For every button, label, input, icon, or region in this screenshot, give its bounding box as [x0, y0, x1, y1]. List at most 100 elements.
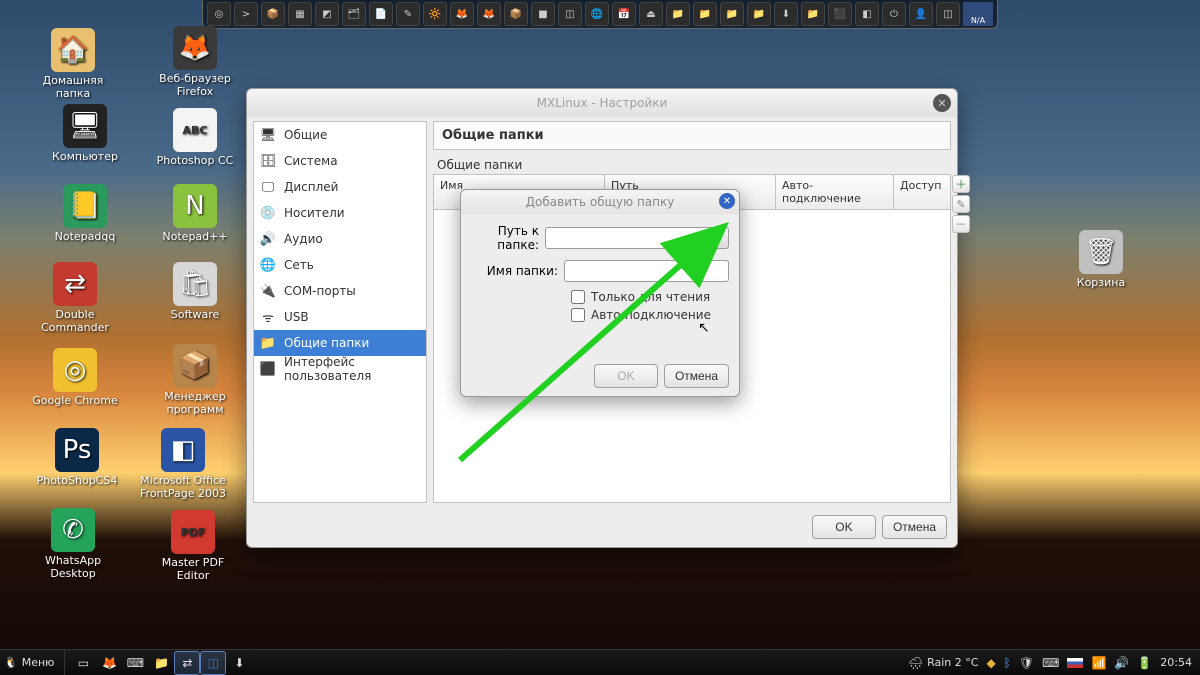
desktop-icon-label: Notepad++	[162, 230, 227, 243]
edit-folder-button[interactable]: ✎	[952, 195, 970, 213]
sidebar-item-label: Аудио	[284, 232, 323, 246]
settings-titlebar[interactable]: MXLinux - Настройки ✕	[247, 89, 957, 117]
dock-launcher-4[interactable]: ◩	[315, 2, 339, 26]
dock-launcher-19[interactable]: 📁	[720, 2, 744, 26]
terminal-task-icon[interactable]: ⌨	[123, 652, 147, 674]
dock-launcher-22[interactable]: 📁	[801, 2, 825, 26]
app-icon: 🛍	[173, 262, 217, 306]
dialog-ok-button[interactable]: OK	[594, 364, 658, 388]
show-desktop-button[interactable]: ▭	[71, 652, 95, 674]
desktop-icon-whatsapp-desktop[interactable]: ✆WhatsApp Desktop	[28, 508, 118, 580]
dock-launcher-10[interactable]: 🦊	[477, 2, 501, 26]
weather-widget[interactable]: 🌧 Rain 2 °C	[908, 656, 979, 670]
sidebar-item-6[interactable]: 🔌COM-порты	[254, 278, 426, 304]
automount-checkbox[interactable]	[571, 308, 585, 322]
desktop-icon-notepad-[interactable]: NNotepad++	[150, 184, 240, 243]
files-task-icon[interactable]: 📁	[149, 652, 173, 674]
dock-launcher-27[interactable]: ◫	[936, 2, 960, 26]
col-automount[interactable]: Авто-подключение	[776, 175, 894, 209]
double-commander-task-icon[interactable]: ⇄	[175, 652, 199, 674]
close-icon[interactable]: ✕	[933, 94, 951, 112]
start-menu-label: Меню	[22, 656, 55, 669]
dock-launcher-14[interactable]: 🌐	[585, 2, 609, 26]
sidebar-item-label: Общие папки	[284, 336, 369, 350]
desktop-icon-notepadqq[interactable]: 📒Notepadqq	[40, 184, 130, 243]
desktop-icon-photoshopcs4[interactable]: PsPhotoShopCS4	[32, 428, 122, 487]
network-indicator[interactable]: N/A	[963, 2, 993, 26]
desktop-icon-веб-браузер-firefox[interactable]: 🦊Веб-браузер Firefox	[150, 26, 240, 98]
sidebar-item-8[interactable]: 📁Общие папки	[254, 330, 426, 356]
indicator-icon[interactable]: ◆	[986, 656, 995, 670]
close-icon[interactable]: ✕	[719, 193, 735, 209]
desktop-icon-менеджер-программ[interactable]: 📦Менеджер программ	[150, 344, 240, 416]
transmission-task-icon[interactable]: ⬇	[227, 652, 251, 674]
dock-launcher-3[interactable]: ▦	[288, 2, 312, 26]
dock-launcher-6[interactable]: 📄	[369, 2, 393, 26]
sidebar-item-7[interactable]: ᯤUSB	[254, 304, 426, 330]
cancel-button[interactable]: Отмена	[882, 515, 947, 539]
dock-launcher-25[interactable]: ⏻	[882, 2, 906, 26]
dock-launcher-17[interactable]: 📁	[666, 2, 690, 26]
battery-icon[interactable]: 🔋	[1137, 656, 1152, 670]
dock-launcher-8[interactable]: 🔆	[423, 2, 447, 26]
dock-launcher-20[interactable]: 📁	[747, 2, 771, 26]
wifi-icon[interactable]: 📶	[1091, 656, 1106, 670]
virtualbox-task-icon[interactable]: ◫	[201, 652, 225, 674]
folder-name-input[interactable]	[564, 260, 729, 282]
folder-path-input[interactable]	[545, 227, 709, 249]
dock-launcher-0[interactable]: ◎	[207, 2, 231, 26]
readonly-checkbox[interactable]	[571, 290, 585, 304]
dock-launcher-2[interactable]: 📦	[261, 2, 285, 26]
sidebar-item-2[interactable]: 🖵Дисплей	[254, 174, 426, 200]
remove-folder-button[interactable]: －	[952, 215, 970, 233]
desktop-icon-google-chrome[interactable]: ◎Google Chrome	[30, 348, 120, 407]
sidebar-item-label: Интерфейс пользователя	[284, 355, 420, 383]
volume-icon[interactable]: 🔊	[1114, 656, 1129, 670]
desktop-icon-microsoft-office-frontpage-2003[interactable]: ◧Microsoft Office FrontPage 2003	[138, 428, 228, 500]
app-icon: ABC	[173, 108, 217, 152]
dock-launcher-16[interactable]: ⏏	[639, 2, 663, 26]
col-access[interactable]: Доступ	[894, 175, 950, 209]
dock-launcher-23[interactable]: ⬛	[828, 2, 852, 26]
dock-launcher-7[interactable]: ✎	[396, 2, 420, 26]
desktop-icon-домашняя-папка[interactable]: 🏠Домашняя папка	[28, 28, 118, 100]
desktop-icon-double-commander[interactable]: ⇄Double Commander	[30, 262, 120, 334]
desktop-icon-software[interactable]: 🛍Software	[150, 262, 240, 321]
desktop-icon-компьютер[interactable]: 🖥Компьютер	[40, 104, 130, 163]
dock-launcher-18[interactable]: 📁	[693, 2, 717, 26]
desktop-icon-photoshop-cc[interactable]: ABCPhotoshop CC	[150, 108, 240, 167]
keyboard-icon[interactable]: ⌨	[1042, 656, 1059, 670]
desktop-icon-корзина[interactable]: 🗑Корзина	[1056, 230, 1146, 289]
shield-icon[interactable]: 🛡	[1019, 656, 1034, 670]
dock-launcher-24[interactable]: ◧	[855, 2, 879, 26]
chevron-down-icon[interactable]: ▼	[709, 227, 729, 249]
add-folder-button[interactable]: ＋	[952, 175, 970, 193]
dock-launcher-1[interactable]: >	[234, 2, 258, 26]
dock-launcher-12[interactable]: ■	[531, 2, 555, 26]
dock-launcher-26[interactable]: 👤	[909, 2, 933, 26]
sidebar-item-0[interactable]: 🖥Общие	[254, 122, 426, 148]
add-shared-folder-dialog: Добавить общую папку ✕ Путь к папке: ▼ И…	[460, 189, 740, 397]
desktop-icon-master-pdf-editor[interactable]: PDFMaster PDF Editor	[148, 510, 238, 582]
sidebar-item-3[interactable]: 💿Носители	[254, 200, 426, 226]
add-dialog-titlebar[interactable]: Добавить общую папку ✕	[461, 190, 739, 214]
sidebar-item-9[interactable]: ⬛Интерфейс пользователя	[254, 356, 426, 382]
ok-button[interactable]: OK	[812, 515, 876, 539]
sidebar-item-label: Общие	[284, 128, 327, 142]
dock-launcher-5[interactable]: 🗂	[342, 2, 366, 26]
firefox-task-icon[interactable]: 🦊	[97, 652, 121, 674]
dock-launcher-13[interactable]: ◫	[558, 2, 582, 26]
penguin-icon: 🐧	[4, 656, 18, 669]
start-menu-button[interactable]: 🐧 Меню	[0, 650, 65, 675]
clock[interactable]: 20:54	[1160, 656, 1192, 669]
dock-launcher-21[interactable]: ⬇	[774, 2, 798, 26]
sidebar-item-4[interactable]: 🔊Аудио	[254, 226, 426, 252]
dock-launcher-15[interactable]: 📅	[612, 2, 636, 26]
dock-launcher-11[interactable]: 📦	[504, 2, 528, 26]
sidebar-item-5[interactable]: 🌐Сеть	[254, 252, 426, 278]
keyboard-layout-flag[interactable]	[1067, 658, 1083, 668]
bluetooth-icon[interactable]: ᛒ	[1004, 656, 1011, 670]
dock-launcher-9[interactable]: 🦊	[450, 2, 474, 26]
sidebar-item-1[interactable]: 🗄Система	[254, 148, 426, 174]
dialog-cancel-button[interactable]: Отмена	[664, 364, 729, 388]
